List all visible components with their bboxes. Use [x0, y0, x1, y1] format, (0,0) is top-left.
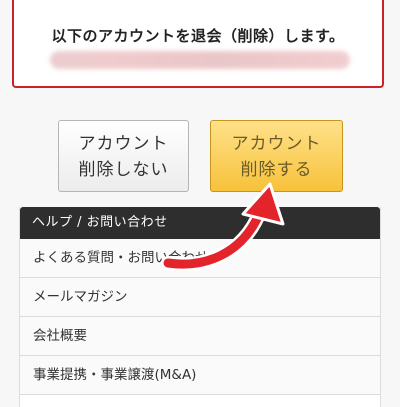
- keep-account-button[interactable]: アカウント 削除しない: [58, 120, 189, 192]
- menu-item-faq[interactable]: よくある質問・お問い合わせ: [20, 239, 380, 278]
- help-menu-header: ヘルプ / お問い合わせ: [20, 207, 380, 239]
- withdrawal-notice: 以下のアカウントを退会（削除）します。: [12, 0, 384, 88]
- menu-item-ma[interactable]: 事業提携・事業譲渡(M&A): [20, 356, 380, 395]
- delete-button-label-line1: アカウント: [231, 134, 322, 154]
- menu-item-newsletter[interactable]: メールマガジン: [20, 278, 380, 317]
- menu-item-company[interactable]: 会社概要: [20, 317, 380, 356]
- withdrawal-message: 以下のアカウントを退会（削除）します。: [51, 27, 345, 45]
- blurred-email: [50, 51, 350, 69]
- delete-account-button[interactable]: アカウント 削除する: [210, 120, 343, 192]
- keep-button-label-line1: アカウント: [78, 134, 169, 154]
- keep-button-label-line2: 削除しない: [78, 160, 169, 180]
- help-menu: ヘルプ / お問い合わせ よくある質問・お問い合わせ メールマガジン 会社概要 …: [19, 207, 381, 407]
- delete-button-label-line2: 削除する: [240, 160, 313, 180]
